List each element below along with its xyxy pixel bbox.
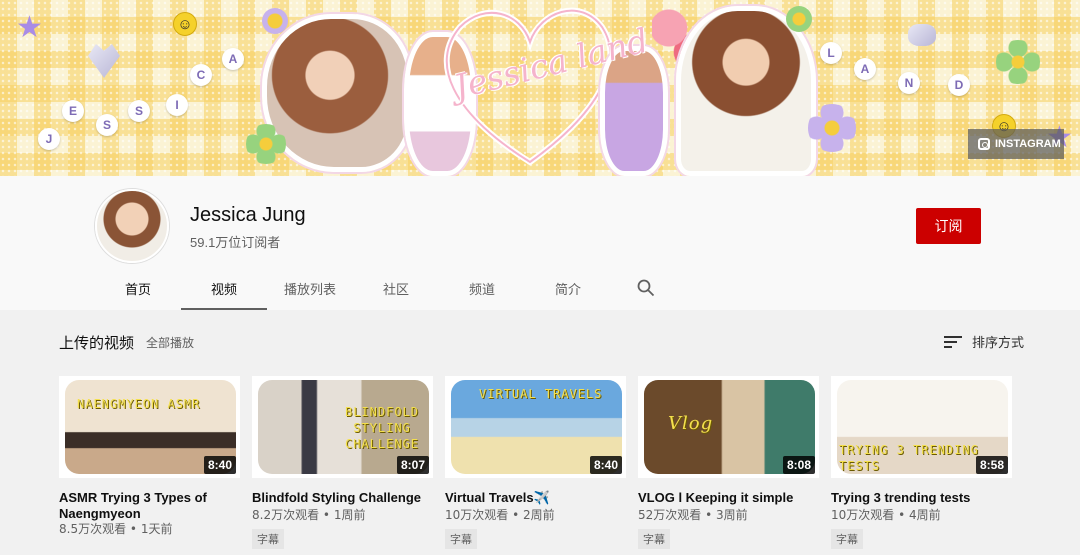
subtitles-badge: 字幕: [252, 529, 284, 549]
video-duration: 8:07: [396, 456, 429, 474]
bead-letter: A: [854, 58, 876, 80]
thumbnail-overlay-text: VIRTUAL TRAVELS: [479, 387, 603, 401]
video-meta: 8.5万次观看 • 1天前: [59, 522, 173, 536]
sort-icon: [944, 335, 962, 348]
subscriber-count: 59.1万位订阅者: [190, 235, 281, 250]
channel-search-button[interactable]: [611, 266, 681, 310]
video-card[interactable]: NAENGMYEON ASMR 8:40 ASMR Trying 3 Types…: [59, 376, 240, 549]
thumbnail-overlay-text: BLINDFOLD STYLING CHALLENGE: [344, 405, 420, 451]
search-icon: [637, 279, 655, 297]
video-thumbnail[interactable]: TRYING 3 TRENDING TESTS 8:58: [831, 376, 1012, 478]
bead-letter: D: [948, 74, 970, 96]
flower-sticker-icon: [996, 40, 1040, 84]
instagram-icon: [978, 138, 990, 150]
bead-letter: N: [898, 72, 920, 94]
channel-name: Jessica Jung: [190, 204, 306, 226]
thumbnail-overlay-text: TRYING 3 TRENDING TESTS: [839, 443, 979, 473]
bead-letter: C: [190, 64, 212, 86]
video-meta: 10万次观看 • 4周前: [831, 508, 941, 522]
video-thumbnail[interactable]: NAENGMYEON ASMR 8:40: [59, 376, 240, 478]
video-card[interactable]: BLINDFOLD STYLING CHALLENGE 8:07 Blindfo…: [252, 376, 433, 549]
bead-letter: A: [222, 48, 244, 70]
video-duration: 8:40: [589, 456, 622, 474]
channel-tabs: 首页 视频 播放列表 社区 频道 简介: [95, 266, 681, 310]
video-meta: 8.2万次观看 • 1周前: [252, 508, 366, 522]
flower-sticker-icon: [246, 124, 286, 164]
subtitles-badge: 字幕: [638, 529, 670, 549]
bead-letter: E: [62, 100, 84, 122]
instagram-link[interactable]: INSTAGRAM: [968, 129, 1064, 159]
upload-age: 3周前: [716, 508, 748, 522]
sort-button[interactable]: 排序方式: [944, 332, 1024, 351]
upload-age: 1天前: [140, 522, 173, 536]
tab-about[interactable]: 简介: [525, 266, 611, 310]
upload-age: 4周前: [909, 508, 941, 522]
flower-sticker-icon: [786, 6, 812, 32]
tab-home[interactable]: 首页: [95, 266, 181, 310]
video-grid: NAENGMYEON ASMR 8:40 ASMR Trying 3 Types…: [59, 376, 1012, 549]
subscribe-button[interactable]: 订阅: [916, 208, 981, 244]
channel-banner: ★ ☺ J E S S I C A Jessica land L A N D ☺…: [0, 0, 1080, 176]
view-count: 8.5万次观看: [59, 522, 127, 536]
subtitles-badge: 字幕: [831, 529, 863, 549]
subtitles-badge: 字幕: [445, 529, 477, 549]
bead-letter: I: [166, 94, 188, 116]
video-meta: 10万次观看 • 2周前: [445, 508, 555, 522]
video-duration: 8:58: [975, 456, 1008, 474]
video-meta: 52万次观看 • 3周前: [638, 508, 748, 522]
sort-label: 排序方式: [972, 336, 1025, 351]
video-thumbnail[interactable]: BLINDFOLD STYLING CHALLENGE 8:07: [252, 376, 433, 478]
bow-sticker-icon: [908, 24, 936, 46]
video-card[interactable]: TRYING 3 TRENDING TESTS 8:58 Trying 3 tr…: [831, 376, 1012, 549]
upload-age: 1周前: [333, 508, 366, 522]
thumbnail-overlay-text: NAENGMYEON ASMR: [77, 397, 201, 411]
tab-channels[interactable]: 频道: [439, 266, 525, 310]
heart-sticker-icon: [88, 44, 120, 78]
tab-playlists[interactable]: 播放列表: [267, 266, 353, 310]
flower-sticker-icon: [262, 8, 288, 34]
video-thumbnail[interactable]: VIRTUAL TRAVELS 8:40: [445, 376, 626, 478]
thumbnail-overlay-text: Vlog: [668, 413, 714, 434]
video-card[interactable]: VIRTUAL TRAVELS 8:40 Virtual Travels✈️ 1…: [445, 376, 626, 549]
view-count: 52万次观看: [638, 508, 702, 522]
instagram-label: INSTAGRAM: [995, 138, 1061, 150]
channel-avatar[interactable]: [95, 189, 169, 263]
star-sticker-icon: ★: [16, 11, 43, 44]
video-title[interactable]: ASMR Trying 3 Types of Naengmyeon: [59, 490, 240, 521]
view-count: 8.2万次观看: [252, 508, 320, 522]
section-title: 上传的视频: [59, 334, 135, 352]
videos-section: 上传的视频 全部播放 排序方式 NAENGMYEON ASMR 8:40 ASM…: [0, 310, 1080, 555]
bead-letter: S: [128, 100, 150, 122]
view-count: 10万次观看: [445, 508, 509, 522]
upload-age: 2周前: [523, 508, 555, 522]
play-all-button[interactable]: 全部播放: [146, 334, 194, 351]
video-thumbnail[interactable]: Vlog 8:08: [638, 376, 819, 478]
video-duration: 8:08: [782, 456, 815, 474]
channel-header: Jessica Jung 59.1万位订阅者 订阅 首页 视频 播放列表 社区 …: [0, 176, 1080, 310]
bead-letter: S: [96, 114, 118, 136]
bead-letter: L: [820, 42, 842, 64]
flower-sticker-icon: [808, 104, 856, 152]
video-duration: 8:40: [203, 456, 236, 474]
view-count: 10万次观看: [831, 508, 895, 522]
tab-videos[interactable]: 视频: [181, 266, 267, 310]
smiley-sticker-icon: ☺: [173, 12, 197, 36]
bead-letter: J: [38, 128, 60, 150]
video-card[interactable]: Vlog 8:08 VLOG l Keeping it simple 52万次观…: [638, 376, 819, 549]
tab-community[interactable]: 社区: [353, 266, 439, 310]
